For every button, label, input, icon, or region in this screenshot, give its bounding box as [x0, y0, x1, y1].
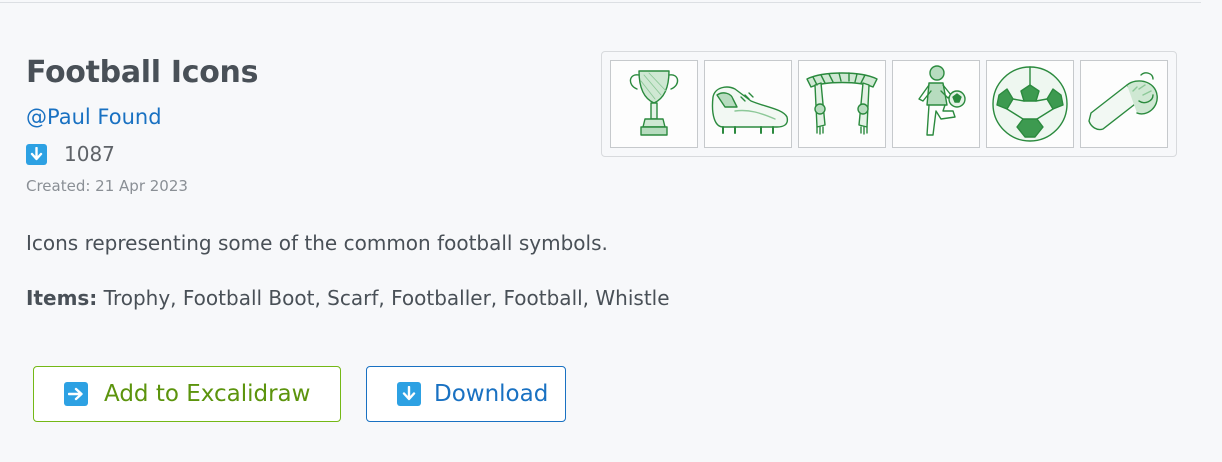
items-list: Items: Trophy, Football Boot, Scarf, Foo…	[26, 284, 670, 312]
add-button-label: Add to Excalidraw	[104, 381, 311, 407]
preview-tile-whistle	[1080, 60, 1168, 148]
football-boot-icon	[711, 86, 789, 134]
icon-preview-strip	[601, 51, 1177, 157]
library-title: Football Icons	[26, 55, 259, 90]
preview-tile-scarf	[798, 60, 886, 148]
add-to-excalidraw-button[interactable]: Add to Excalidraw	[33, 366, 341, 422]
whistle-icon	[1088, 72, 1158, 131]
arrow-right-icon	[64, 382, 88, 406]
footballer-icon	[918, 65, 966, 136]
download-button-label: Download	[434, 381, 549, 407]
download-count: 1087	[26, 142, 586, 166]
download-button[interactable]: Download	[366, 366, 566, 422]
library-info: Football Icons @Paul Found 1087 Created:…	[26, 52, 586, 196]
preview-tile-trophy	[610, 60, 698, 148]
download-arrow-icon	[397, 382, 421, 406]
scarf-icon	[806, 72, 878, 135]
library-description: Icons representing some of the common fo…	[26, 231, 608, 255]
download-count-value: 1087	[64, 142, 115, 166]
items-values: Trophy, Football Boot, Scarf, Footballer…	[103, 286, 670, 310]
preview-tile-football	[986, 60, 1074, 148]
author-link[interactable]: @Paul Found	[26, 104, 162, 130]
preview-tile-boot	[704, 60, 792, 148]
items-label: Items:	[26, 286, 98, 310]
football-icon	[992, 66, 1068, 142]
top-divider	[0, 2, 1201, 3]
trophy-icon	[629, 70, 679, 136]
download-arrow-icon	[26, 143, 47, 165]
preview-tile-footballer	[892, 60, 980, 148]
created-date: Created: 21 Apr 2023	[26, 177, 188, 195]
